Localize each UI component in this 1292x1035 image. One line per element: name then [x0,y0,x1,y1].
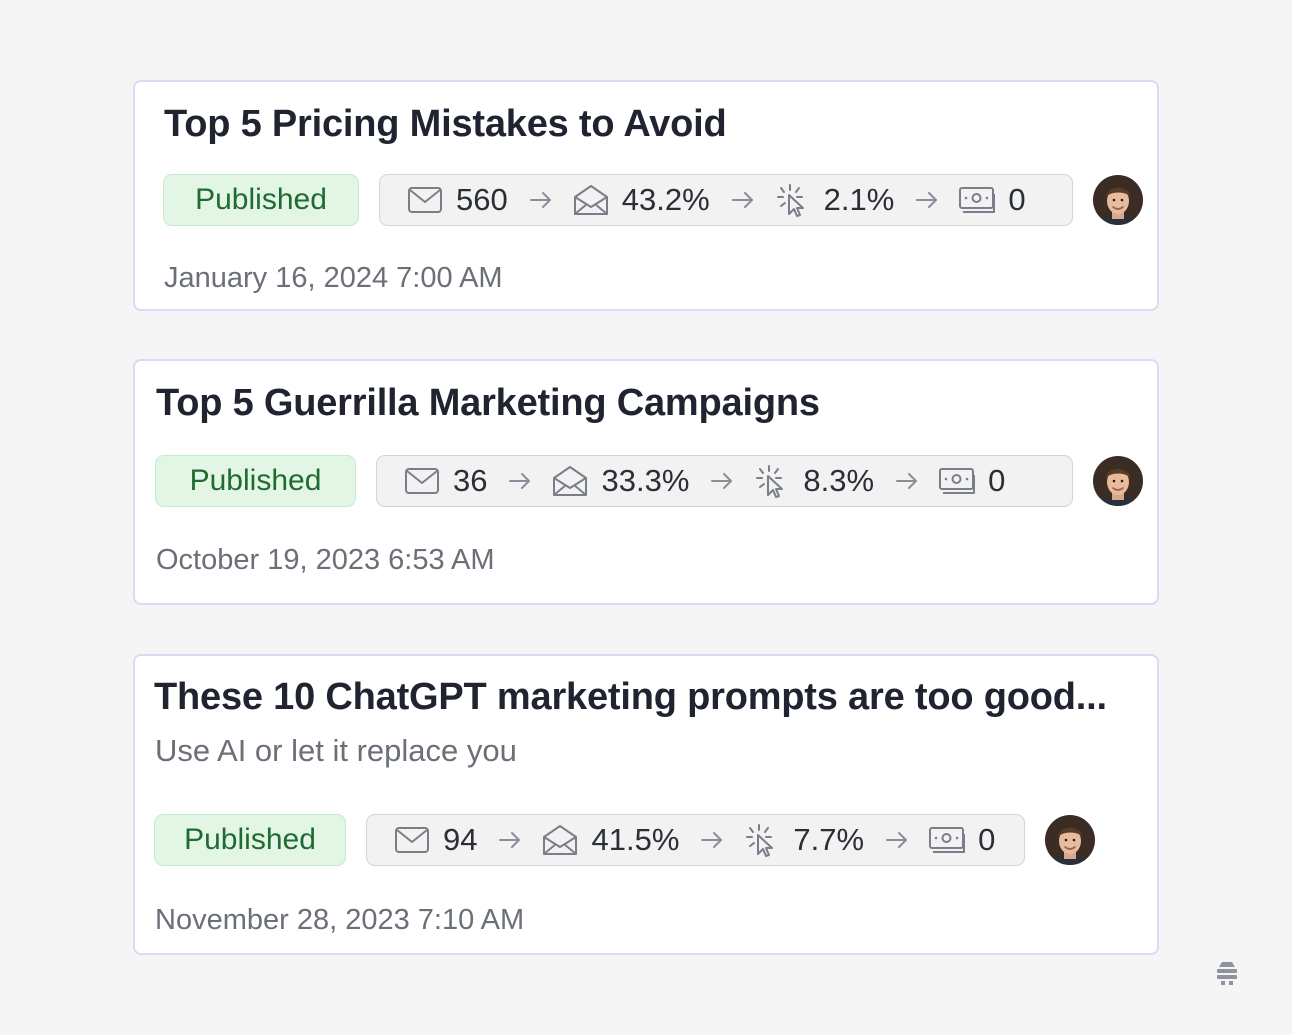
arrow-right-icon [730,190,756,210]
open-rate: 33.3% [601,463,690,498]
stats-pill[interactable]: 94 41.5% 7.7% 0 [366,814,1025,866]
arrow-right-icon [884,830,910,850]
arrow-right-icon [528,190,554,210]
publish-date: October 19, 2023 6:53 AM [156,544,495,576]
click-rate: 7.7% [793,822,865,857]
envelope-icon [393,821,431,859]
arrow-right-icon [699,830,725,850]
post-title[interactable]: These 10 ChatGPT marketing prompts are t… [154,676,1107,719]
envelope-icon [403,462,441,500]
arrow-right-icon [497,830,523,850]
post-meta-row: Published 560 43.2% 2.1% 0 [163,173,1143,227]
publish-date: November 28, 2023 7:10 AM [155,904,525,936]
post-title[interactable]: Top 5 Guerrilla Marketing Campaigns [156,382,820,425]
open-rate: 43.2% [621,182,710,217]
arrow-right-icon [709,471,735,491]
money-icon [928,821,966,859]
open-envelope-icon [541,821,579,859]
envelope-icon [406,181,444,219]
money-icon [958,181,996,219]
open-rate: 41.5% [591,822,680,857]
stats-pill[interactable]: 560 43.2% 2.1% 0 [379,174,1073,226]
status-badge[interactable]: Published [155,455,356,507]
sent-count: 36 [453,463,488,498]
post-meta-row: Published 94 41.5% 7.7% 0 [154,813,1095,867]
publish-date: January 16, 2024 7:00 AM [164,262,503,294]
beehiiv-logo-icon [1212,956,1242,986]
cursor-click-icon [743,821,781,859]
author-avatar[interactable] [1093,175,1143,225]
arrow-right-icon [507,471,533,491]
author-avatar[interactable] [1045,815,1095,865]
cursor-click-icon [753,462,791,500]
click-rate: 8.3% [803,463,875,498]
money-icon [938,462,976,500]
sent-count: 94 [443,822,478,857]
cursor-click-icon [774,181,812,219]
revenue-value: 0 [988,463,1006,498]
author-avatar[interactable] [1093,456,1143,506]
post-card[interactable]: Top 5 Guerrilla Marketing Campaigns Publ… [133,359,1159,605]
revenue-value: 0 [1008,182,1026,217]
click-rate: 2.1% [823,182,895,217]
sent-count: 560 [456,182,508,217]
post-subtitle: Use AI or let it replace you [155,733,517,768]
revenue-value: 0 [978,822,996,857]
post-card[interactable]: Top 5 Pricing Mistakes to Avoid Publishe… [133,80,1159,311]
post-meta-row: Published 36 33.3% 8.3% 0 [155,454,1143,508]
open-envelope-icon [572,181,610,219]
status-badge[interactable]: Published [163,174,359,226]
post-card[interactable]: These 10 ChatGPT marketing prompts are t… [133,654,1159,955]
arrow-right-icon [894,471,920,491]
stats-pill[interactable]: 36 33.3% 8.3% 0 [376,455,1073,507]
status-badge[interactable]: Published [154,814,346,866]
arrow-right-icon [914,190,940,210]
post-title[interactable]: Top 5 Pricing Mistakes to Avoid [164,103,727,146]
open-envelope-icon [551,462,589,500]
